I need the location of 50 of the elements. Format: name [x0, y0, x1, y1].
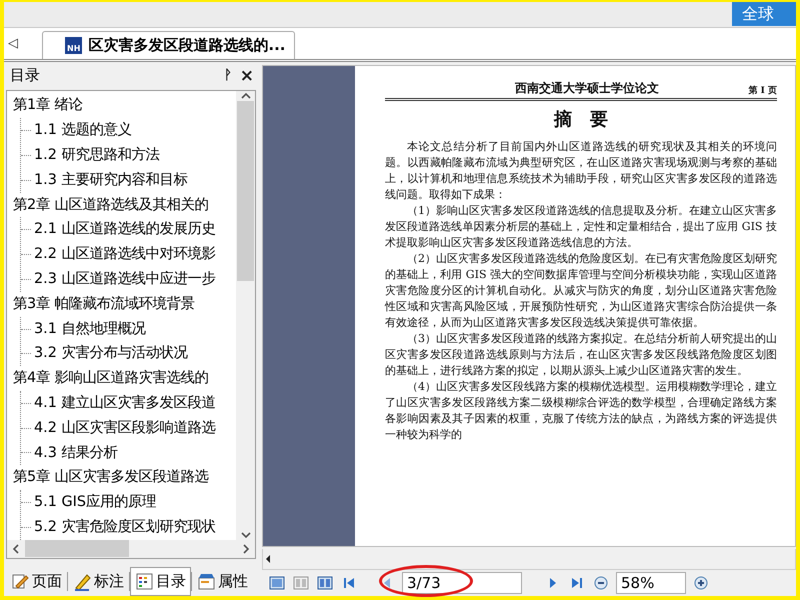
section-item[interactable]: 3.2 灾害分布与活动状况 — [34, 341, 188, 366]
abstract-paragraph: （4）山区灾害多发区段线路方案的模糊优选模型。运用模糊数学理论，建立了山区灾害多发区段路线方案二级模糊综合评选的数学模型，合理确定路线方案各影响因素及其子因素的权重，克服了传统方法的缺点，为路线方案的评选提供一种较为科学的 — [385, 379, 777, 443]
section-item[interactable]: 1.3 主要研究内容和目标 — [34, 168, 188, 193]
properties-icon — [197, 572, 216, 591]
scrollbar-thumb[interactable] — [237, 101, 254, 282]
panel-tab[interactable]: 目录 — [130, 566, 191, 596]
chapter-item[interactable]: 第3章 帕隆藏布流域环境背景 — [7, 292, 236, 317]
chapter-item[interactable]: 第5章 山区灾害多发区段道路选 — [7, 465, 236, 490]
zoom-in-icon[interactable] — [692, 574, 710, 592]
section-item[interactable]: 2.2 山区道路选线中对环境影 — [34, 242, 216, 268]
chapter-item[interactable]: 第4章 影响山区道路灾害选线的 — [7, 366, 236, 391]
document-tab[interactable]: NH 区灾害多发区段道路选线的... — [42, 31, 294, 59]
close-button[interactable]: × — [240, 66, 254, 86]
chapter-item[interactable]: 第2章 山区道路选线及其相关的 — [7, 192, 236, 218]
section-item[interactable]: 2.3 山区道路选线中应进一步 — [34, 267, 216, 292]
scroll-left-icon[interactable] — [11, 542, 21, 555]
zoom-field[interactable]: 58% — [616, 572, 686, 594]
pencil-icon — [73, 572, 92, 591]
section-item[interactable]: 5.1 GIS应用的原理 — [34, 490, 156, 515]
scroll-down-icon[interactable] — [240, 530, 252, 540]
page-pencil-icon — [11, 572, 30, 591]
panel-title: 目录 — [10, 66, 41, 86]
section-item[interactable]: 4.3 结果分析 — [34, 440, 118, 466]
abstract-paragraph: （1）影响山区灾害多发区段道路选线的信息提取及分析。在建立山区灾害多发区段道路选线单因素分析层的基础上，定性和定量相结合，提出了应用 GIS 技术提取影响山区灾害多发区段道路选线信息的方法。 — [385, 203, 777, 251]
abstract-paragraph: （2）山区灾害多发区段道路选线的危险度区划。在已有灾害危险度区划研究的基础上，利用 GIS 强大的空间数据库管理与空间分析模块功能，实现山区道路灾害危险度分区的计算机自动化。从减灾与防灾的角度，划分山区道路灾害危险性区域和灾害高风险区域，开展预防性研究，为山区道路灾害综合防治提供一条有效途径，从而为山区道路灾害多发区段选线决策提供可靠依据。 — [385, 251, 777, 331]
section-item[interactable]: 1.1 选题的意义 — [34, 118, 132, 144]
scroll-up-icon[interactable] — [240, 91, 252, 102]
section-item[interactable]: 3.1 自然地理概况 — [34, 316, 146, 342]
scroll-tabs-left-button[interactable]: ◁ — [4, 36, 24, 59]
section-item[interactable]: 4.1 建立山区灾害多发区段道 — [34, 391, 216, 416]
page-number: 第 I 页 — [748, 84, 777, 97]
abstract-paragraph: （3）山区灾害多发区段道路的线路方案拟定。在总结分析前人研究提出的山区灾害多发区段道路选线原则与方法后，在山区灾害多发区段线路危险度区划图的基础上，进行线路方案的拟定，以期从源头上减少山区道路灾害的发生。 — [385, 331, 777, 379]
list-icon — [135, 572, 154, 591]
section-item[interactable]: 5.2 灾害危险度区划研究现状 — [34, 514, 216, 540]
abstract-paragraph: 本论文总结分析了目前国内外山区道路选线的研究现状及其相关的环境问题。以西藏帕隆藏布流域为典型研究区，在山区道路灾害现场观测与考察的基础上，以计算机和地理信息系统技术为辅助手段，研究山区灾害多发区段的道路选线问题。取得如下成果： — [385, 139, 777, 203]
running-head: 西南交通大学硕士学位论文 — [514, 80, 660, 97]
section-item[interactable]: 1.2 研究思路和方法 — [34, 143, 160, 168]
zoom-out-icon[interactable] — [592, 574, 610, 592]
scroll-right-icon[interactable] — [241, 542, 251, 555]
scrollbar-thumb[interactable] — [25, 540, 129, 558]
document-logo-icon: NH — [65, 37, 82, 54]
chapter-item[interactable]: 第1章 绪论 — [7, 93, 236, 118]
abstract-title: 摘 要 — [552, 108, 609, 131]
section-item[interactable]: 2.1 山区道路选线的发展历史 — [34, 217, 216, 242]
pin-button[interactable]: ᚹ — [224, 68, 232, 84]
single-page-view-icon[interactable] — [268, 574, 286, 592]
banner-button[interactable]: 全球 — [732, 2, 796, 26]
facing-pages-icon[interactable] — [316, 574, 334, 592]
page-number-field[interactable]: 3/73 — [402, 572, 522, 594]
section-item[interactable]: 4.2 山区灾害区段影响道路选 — [34, 416, 216, 441]
